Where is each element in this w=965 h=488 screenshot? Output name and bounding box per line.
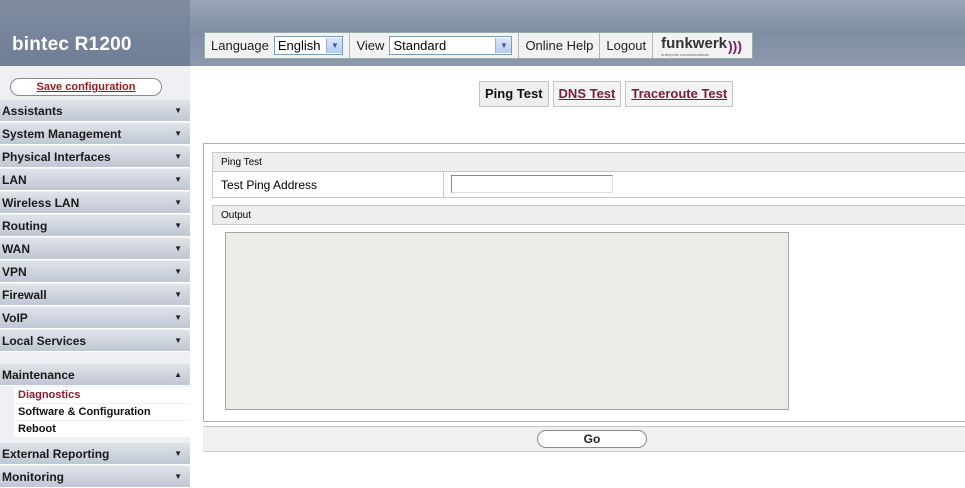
sidebar-item-external-reporting[interactable]: External Reporting ▼ [0,443,190,465]
chevron-down-icon: ▼ [174,129,182,138]
sidebar-subitem-reboot[interactable]: Reboot [14,421,190,437]
ping-test-form: Ping Test Test Ping Address Output [203,143,965,422]
go-button[interactable]: Go [537,430,647,448]
sidebar: Save configuration Assistants ▼ System M… [0,66,190,488]
output-textarea[interactable] [225,232,789,410]
product-brand: bintec R1200 [0,0,190,66]
chevron-down-icon: ▼ [174,198,182,207]
logout-link[interactable]: Logout [600,33,654,58]
chevron-down-icon: ▼ [495,38,512,53]
sidebar-subitem-diagnostics[interactable]: Diagnostics [14,387,190,403]
sidebar-item-vpn[interactable]: VPN ▼ [0,261,190,283]
tab-ping-test[interactable]: Ping Test [479,81,549,107]
row-divider [443,172,444,197]
chevron-down-icon: ▼ [174,221,182,230]
sidebar-item-label: Monitoring [2,470,64,484]
sidebar-item-maintenance[interactable]: Maintenance ▲ [0,364,190,386]
chevron-down-icon: ▼ [174,449,182,458]
language-group: Language English ▼ [205,33,351,58]
language-label: Language [211,38,269,53]
sidebar-item-system-management[interactable]: System Management ▼ [0,123,190,145]
sidebar-item-label: Local Services [2,334,87,348]
button-bar: Go [203,426,965,452]
sidebar-item-label: Wireless LAN [2,196,80,210]
sidebar-item-assistants[interactable]: Assistants ▼ [0,100,190,122]
sidebar-item-wan[interactable]: WAN ▼ [0,238,190,260]
sidebar-item-physical-interfaces[interactable]: Physical Interfaces ▼ [0,146,190,168]
sidebar-item-monitoring[interactable]: Monitoring ▼ [0,466,190,488]
sidebar-item-routing[interactable]: Routing ▼ [0,215,190,237]
top-toolbar: Language English ▼ View Standard ▼ Onlin… [204,32,753,59]
product-name: bintec R1200 [12,34,132,55]
logo-text: funkwerk [661,34,727,52]
logo-subtitle: enterprise communications [661,51,709,57]
sidebar-item-label: WAN [2,242,30,256]
tab-bar: Ping Test DNS Test Traceroute Test [479,81,737,107]
sidebar-item-label: Routing [2,219,48,233]
view-group: View Standard ▼ [350,33,520,58]
chevron-down-icon: ▼ [174,313,182,322]
sidebar-item-label: VoIP [2,311,28,325]
sidebar-item-label: Maintenance [2,368,75,382]
chevron-down-icon: ▼ [174,336,182,345]
sidebar-item-label: System Management [2,127,122,141]
chevron-down-icon: ▼ [174,106,182,115]
online-help-link[interactable]: Online Help [519,33,601,58]
sidebar-item-local-services[interactable]: Local Services ▼ [0,330,190,352]
view-label: View [356,38,385,53]
chevron-down-icon: ▼ [174,244,182,253]
sidebar-item-label: Assistants [2,104,63,118]
chevron-down-icon: ▼ [174,267,182,276]
view-value: Standard [393,38,447,53]
chevron-down-icon: ▼ [174,290,182,299]
section-header-ping-test: Ping Test [212,152,965,172]
funkwerk-logo: funkwerk enterprise communications ))) [653,35,752,57]
sidebar-item-label: LAN [2,173,27,187]
sidebar-item-label: Physical Interfaces [2,150,111,164]
sidebar-subitem-software-configuration[interactable]: Software & Configuration [14,404,190,420]
view-select[interactable]: Standard ▼ [389,36,513,55]
sidebar-item-firewall[interactable]: Firewall ▼ [0,284,190,306]
sidebar-item-label: Firewall [2,288,47,302]
sidebar-item-label: External Reporting [2,447,110,461]
chevron-down-icon: ▼ [174,472,182,481]
chevron-down-icon: ▼ [174,152,182,161]
chevron-down-icon: ▼ [174,175,182,184]
section-header-output: Output [212,205,965,225]
language-select[interactable]: English ▼ [273,36,344,55]
sidebar-item-voip[interactable]: VoIP ▼ [0,307,190,329]
row-test-ping-address: Test Ping Address [212,172,965,198]
language-value: English [277,38,321,53]
sidebar-item-lan[interactable]: LAN ▼ [0,169,190,191]
save-configuration-button[interactable]: Save configuration [10,78,162,96]
header-bar: bintec R1200 Language English ▼ View Sta… [0,0,965,66]
sidebar-item-wireless-lan[interactable]: Wireless LAN ▼ [0,192,190,214]
test-ping-address-label: Test Ping Address [221,178,318,192]
chevron-down-icon: ▼ [326,38,343,53]
sidebar-item-label: VPN [2,265,27,279]
tab-traceroute-test[interactable]: Traceroute Test [625,81,734,107]
test-ping-address-input[interactable] [451,175,613,193]
chevron-up-icon: ▲ [174,370,182,379]
tab-dns-test[interactable]: DNS Test [552,81,622,107]
signal-waves-icon: ))) [728,37,742,54]
